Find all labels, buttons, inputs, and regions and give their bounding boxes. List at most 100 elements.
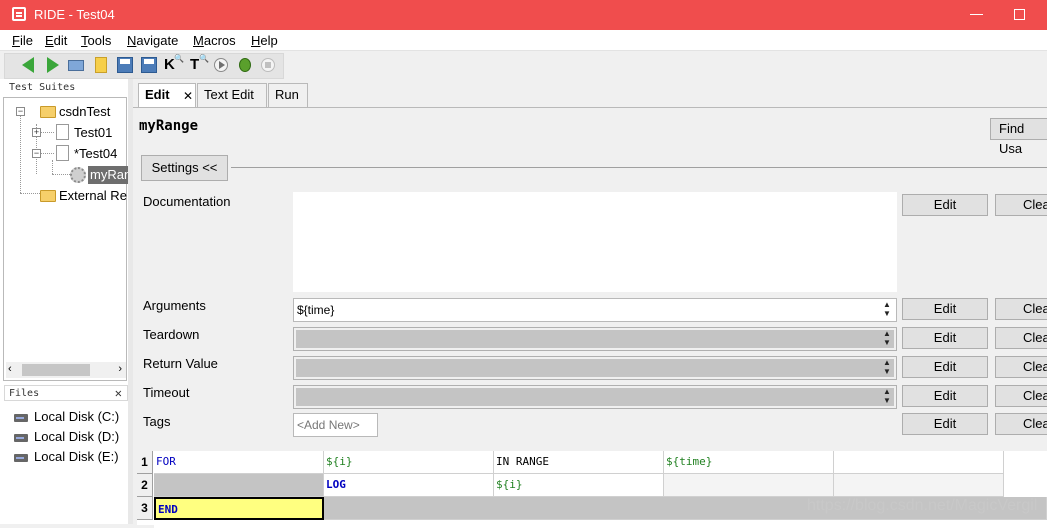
maximize-button[interactable]	[1014, 9, 1025, 20]
grid-cell[interactable]: LOG	[324, 474, 494, 497]
timeout-edit-button[interactable]: Edit	[902, 385, 988, 407]
watermark: https://blog.csdn.net/MagicVergil	[807, 497, 1038, 514]
teardown-edit-button[interactable]: Edit	[902, 327, 988, 349]
arguments-edit-button[interactable]: Edit	[902, 298, 988, 320]
editor-tabs: Edit ✕ Text Edit Run	[133, 79, 1047, 108]
grid-cell[interactable]: IN RANGE	[494, 451, 664, 474]
drive-d[interactable]: Local Disk (D:)	[34, 429, 119, 444]
grid-cell[interactable]	[154, 474, 324, 497]
tree-horizontal-scrollbar[interactable]: ‹ ›	[6, 362, 126, 378]
tags-label: Tags	[143, 414, 171, 429]
settings-divider	[231, 167, 1047, 168]
files-header: Files ✕	[4, 385, 128, 401]
disk-drive-icon	[14, 414, 28, 422]
documentation-clear-button[interactable]: Clea	[995, 194, 1047, 216]
run-icon[interactable]	[213, 56, 231, 74]
toolbar: K 🔍 T 🔍	[0, 51, 1047, 79]
tab-run[interactable]: Run	[268, 83, 308, 107]
teardown-label: Teardown	[143, 327, 200, 342]
menu-edit[interactable]: Edit	[45, 33, 67, 48]
tags-clear-button[interactable]: Clea	[995, 413, 1047, 435]
save-icon[interactable]	[116, 56, 134, 74]
grid-cell[interactable]	[834, 474, 1004, 497]
close-files-panel-icon[interactable]: ✕	[115, 386, 122, 400]
disk-drive-icon	[14, 454, 28, 462]
file-icon	[56, 145, 69, 161]
tags-add-new[interactable]: <Add New>	[293, 413, 378, 437]
grid-cell[interactable]: ${i}	[494, 474, 664, 497]
grid-cell[interactable]: FOR	[154, 451, 324, 474]
keyword-editor: myRange Find Usa Settings << Documentati…	[133, 107, 1047, 528]
expand-test01-toggle[interactable]: +	[32, 128, 41, 137]
timeout-clear-button[interactable]: Clea	[995, 385, 1047, 407]
window-title: RIDE - Test04	[34, 7, 115, 22]
debug-bug-icon[interactable]	[236, 56, 254, 74]
close-tab-icon[interactable]: ✕	[183, 89, 193, 103]
menu-tools[interactable]: Tools	[81, 33, 111, 48]
spin-arrows-icon[interactable]: ▲ ▼	[880, 358, 894, 378]
tree-item-external-resources[interactable]: External Res	[59, 188, 127, 203]
tab-edit[interactable]: Edit ✕	[138, 83, 196, 108]
grid-cell[interactable]: ${time}	[664, 451, 834, 474]
timeout-label: Timeout	[143, 385, 190, 400]
window-titlebar[interactable]: RIDE - Test04	[0, 0, 1047, 30]
file-icon	[56, 124, 69, 140]
forward-arrow-icon[interactable]	[43, 56, 61, 74]
collapse-test04-toggle[interactable]: −	[32, 149, 41, 158]
grid-cell[interactable]	[834, 451, 1004, 474]
teardown-field[interactable]: ▲ ▼	[293, 327, 897, 351]
menu-navigate[interactable]: Navigate	[127, 33, 178, 48]
scrollbar-thumb[interactable]	[22, 364, 90, 376]
external-resources-icon	[40, 190, 56, 202]
tab-text-edit[interactable]: Text Edit	[197, 83, 267, 107]
tags-edit-button[interactable]: Edit	[902, 413, 988, 435]
arguments-field[interactable]: ${time} ▲ ▼	[293, 298, 897, 322]
gear-icon	[70, 167, 86, 183]
drive-c[interactable]: Local Disk (C:)	[34, 409, 119, 424]
spin-arrows-icon[interactable]: ▲ ▼	[880, 300, 894, 320]
documentation-field[interactable]	[293, 192, 897, 292]
row-number[interactable]: 2	[137, 474, 153, 497]
back-arrow-icon[interactable]	[20, 56, 38, 74]
save-all-icon[interactable]	[140, 56, 158, 74]
menu-help[interactable]: Help	[251, 33, 278, 48]
test-suites-header: Test Suites	[4, 80, 126, 96]
find-usages-button[interactable]: Find Usa	[990, 118, 1047, 156]
tree-item-csdnTest[interactable]: csdnTest	[59, 104, 110, 119]
spin-arrows-icon[interactable]: ▲ ▼	[880, 387, 894, 407]
tree-item-test01[interactable]: Test01	[74, 125, 112, 140]
row-number[interactable]: 3	[137, 497, 153, 520]
menu-macros[interactable]: Macros	[193, 33, 236, 48]
grid-cell[interactable]: ${i}	[324, 451, 494, 474]
arguments-clear-button[interactable]: Clea	[995, 298, 1047, 320]
open-folder-icon[interactable]	[67, 56, 85, 74]
menu-file[interactable]: File	[12, 33, 33, 48]
teardown-clear-button[interactable]: Clea	[995, 327, 1047, 349]
row-number[interactable]: 1	[137, 451, 153, 474]
test-search-icon[interactable]: T 🔍	[190, 54, 209, 74]
scroll-right-icon[interactable]: ›	[118, 363, 122, 375]
settings-toggle-button[interactable]: Settings <<	[141, 155, 228, 181]
return-value-label: Return Value	[143, 356, 218, 371]
scroll-left-icon[interactable]: ‹	[8, 363, 12, 375]
collapse-csdnTest-toggle[interactable]: −	[16, 107, 25, 116]
stop-icon[interactable]	[260, 56, 278, 74]
minimize-button[interactable]	[970, 14, 983, 15]
documentation-label: Documentation	[143, 194, 231, 209]
keyword-search-icon[interactable]: K 🔍	[164, 54, 184, 74]
new-file-icon[interactable]	[92, 56, 110, 74]
spin-arrows-icon[interactable]: ▲ ▼	[880, 329, 894, 349]
folder-icon	[40, 106, 56, 118]
arguments-label: Arguments	[143, 298, 206, 313]
tree-item-myRange-selected[interactable]: myRange	[88, 166, 128, 184]
documentation-edit-button[interactable]: Edit	[902, 194, 988, 216]
return-value-clear-button[interactable]: Clea	[995, 356, 1047, 378]
tree-item-test04[interactable]: *Test04	[74, 146, 117, 161]
return-value-edit-button[interactable]: Edit	[902, 356, 988, 378]
timeout-field[interactable]: ▲ ▼	[293, 385, 897, 409]
grid-cell-selected[interactable]: END	[154, 497, 324, 520]
return-value-field[interactable]: ▲ ▼	[293, 356, 897, 380]
drive-e[interactable]: Local Disk (E:)	[34, 449, 119, 464]
test-suites-tree: − csdnTest + Test01 − *Test04 myRange Ex…	[3, 97, 128, 381]
grid-cell[interactable]	[664, 474, 834, 497]
